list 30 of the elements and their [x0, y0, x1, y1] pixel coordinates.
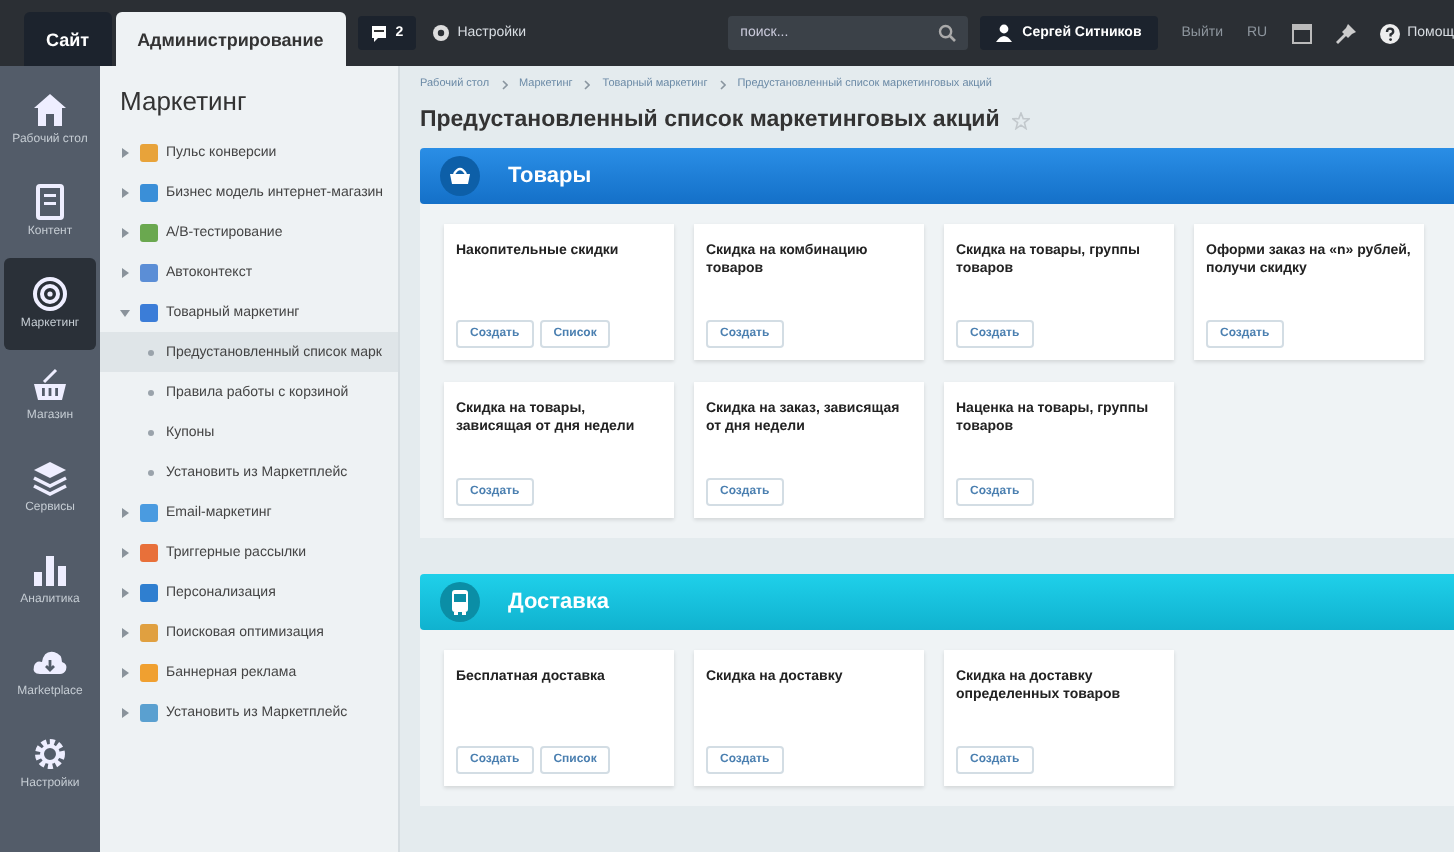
gear-icon	[32, 736, 68, 773]
layers-icon	[32, 460, 68, 497]
gear-icon	[431, 24, 450, 42]
help-icon	[1379, 23, 1400, 43]
bullet-icon	[148, 389, 154, 395]
page-title: Предустановленный список маркетинговых акций	[420, 108, 1000, 132]
target-icon	[32, 276, 68, 313]
chevron-icon	[584, 79, 591, 89]
chevron-icon	[719, 79, 726, 89]
bullet-icon	[148, 349, 154, 355]
section-title: Товары	[508, 164, 592, 188]
top-tab[interactable]: Администрирование	[115, 12, 346, 66]
basket-icon	[32, 368, 68, 405]
person-icon	[996, 24, 1013, 42]
document-icon	[32, 184, 68, 221]
bus-icon	[440, 582, 480, 622]
basket-icon	[440, 156, 480, 196]
chevron-icon	[501, 79, 508, 89]
house-icon	[32, 92, 68, 129]
search-icon	[938, 24, 957, 42]
notification-icon	[369, 24, 388, 42]
window-icon	[1291, 23, 1312, 43]
menu-title: Маркетинг	[118, 86, 249, 116]
bar-chart-icon	[32, 552, 68, 589]
bullet-icon	[148, 469, 154, 475]
pin-icon	[1335, 23, 1356, 43]
bullet-icon	[148, 429, 154, 435]
top-tab[interactable]: Сайт	[24, 12, 112, 66]
section-title: Доставка	[508, 590, 610, 614]
star-icon	[1011, 111, 1030, 129]
